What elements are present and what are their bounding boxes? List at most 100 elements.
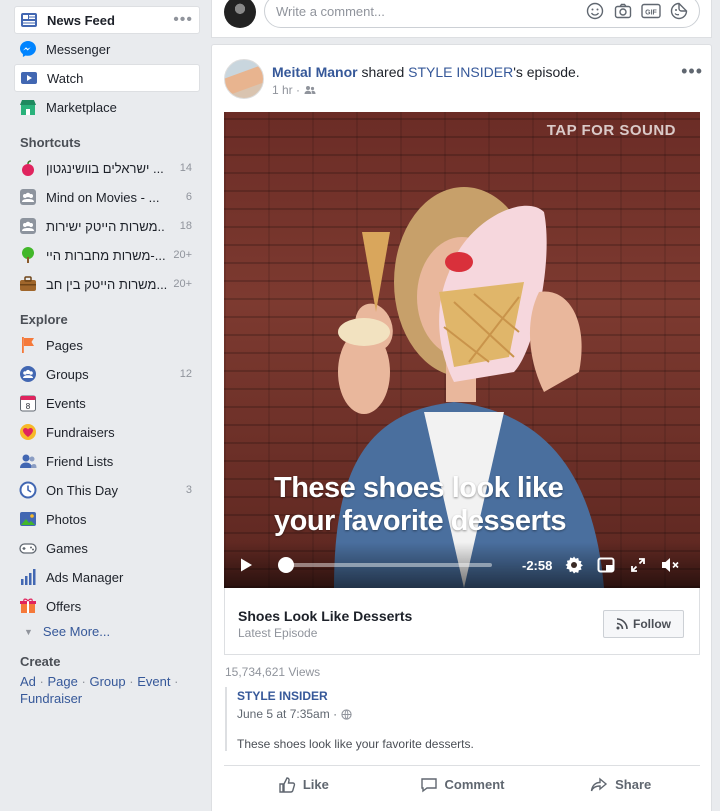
heart-icon: [18, 422, 38, 442]
shortcut-item[interactable]: משרות הייטק בין חב... 20+: [14, 270, 200, 298]
tree-icon: [18, 245, 38, 265]
fullscreen-icon[interactable]: [628, 555, 648, 575]
sidebar-item-pages[interactable]: Pages: [14, 331, 200, 359]
video-progress-bar[interactable]: [278, 557, 492, 573]
shortcut-item[interactable]: ישראלים בוושינגטון ... 14: [14, 154, 200, 182]
sidebar-item-label: Marketplace: [46, 99, 117, 115]
sidebar-item-label: משרות הייטק בין חב...: [46, 276, 168, 292]
marketplace-icon: [18, 97, 38, 117]
comment-button[interactable]: Comment: [383, 766, 542, 803]
follow-label: Follow: [633, 617, 671, 631]
chevron-down-icon: ▼: [24, 626, 33, 637]
create-link-separator: ·: [174, 674, 179, 689]
sidebar-item-games[interactable]: Games: [14, 534, 200, 562]
quote-timestamp: June 5 at 7:35am ·: [237, 707, 695, 721]
settings-gear-icon[interactable]: [564, 555, 584, 575]
create-link-separator: ·: [81, 674, 86, 689]
watch-icon: [19, 68, 39, 88]
sidebar-item-friend-lists[interactable]: Friend Lists: [14, 447, 200, 475]
gif-label: GIF: [645, 10, 657, 17]
sidebar-item-count: 6: [185, 191, 192, 203]
sidebar-item-label: Games: [46, 540, 88, 556]
flag-icon: [18, 335, 38, 355]
original-post-quote: STYLE INSIDER June 5 at 7:35am · These s…: [225, 687, 695, 751]
sidebar-item-label: News Feed: [47, 12, 115, 28]
video-controls: -2:58: [224, 542, 700, 588]
follow-button[interactable]: Follow: [603, 610, 684, 638]
sidebar-item-label: Photos: [46, 511, 87, 527]
news-feed-options-icon[interactable]: •••: [173, 11, 193, 29]
video-player[interactable]: TAP FOR SOUND These shoes look like your…: [224, 112, 700, 588]
quote-time-text[interactable]: June 5 at 7:35am ·: [237, 707, 337, 721]
gif-icon[interactable]: GIF: [641, 1, 661, 21]
shortcuts-heading: Shortcuts: [20, 135, 81, 150]
sidebar-item-photos[interactable]: Photos: [14, 505, 200, 533]
sidebar-item-ads-manager[interactable]: Ads Manager: [14, 563, 200, 591]
play-icon[interactable]: [238, 555, 258, 575]
episode-card: Shoes Look Like Desserts Latest Episode …: [224, 588, 700, 655]
create-ad-link[interactable]: Ad: [20, 674, 36, 689]
bar-chart-icon: [18, 567, 38, 587]
see-more-label: See More...: [42, 624, 111, 639]
tap-for-sound-label[interactable]: TAP FOR SOUND: [547, 122, 676, 139]
picture-in-picture-icon[interactable]: [596, 555, 616, 575]
sidebar-item-label: משרות מחברות היי-...: [46, 247, 166, 263]
group-icon: [18, 216, 38, 236]
comment-composer: Write a comment... GIF: [211, 0, 712, 38]
create-fundraiser-link[interactable]: Fundraiser: [20, 691, 82, 706]
sidebar-item-marketplace[interactable]: Marketplace: [14, 93, 200, 121]
time-remaining: -2:58: [522, 557, 553, 573]
sidebar-item-label: Pages: [46, 337, 83, 353]
author-link[interactable]: Meital Manor: [272, 64, 358, 80]
avatar[interactable]: [224, 0, 256, 28]
like-label: Like: [302, 777, 329, 792]
sidebar-item-watch[interactable]: Watch: [14, 64, 200, 92]
view-count: 15,734,621 Views: [225, 665, 321, 679]
sidebar-item-messenger[interactable]: Messenger: [14, 35, 200, 63]
post-options-icon[interactable]: •••: [681, 61, 703, 82]
sidebar-item-on-this-day[interactable]: On This Day 3: [14, 476, 200, 504]
quote-author-link[interactable]: STYLE INSIDER: [237, 689, 695, 703]
create-event-link[interactable]: Event: [137, 674, 170, 689]
avatar[interactable]: [224, 59, 264, 99]
sidebar-item-offers[interactable]: Offers: [14, 592, 200, 620]
create-link-separator: ·: [129, 674, 134, 689]
post-timestamp: 1 hr ·: [272, 83, 316, 97]
globe-icon[interactable]: [341, 708, 352, 720]
page-link[interactable]: STYLE INSIDER: [408, 64, 513, 80]
sidebar-item-fundraisers[interactable]: Fundraisers: [14, 418, 200, 446]
sidebar-item-label: Events: [46, 395, 86, 411]
gamepad-icon: [18, 538, 38, 558]
sidebar-item-label: Watch: [47, 70, 84, 86]
create-page-link[interactable]: Page: [48, 674, 78, 689]
episode-title[interactable]: Shoes Look Like Desserts: [238, 608, 412, 624]
like-button[interactable]: Like: [224, 766, 383, 803]
create-links: Ad · Page · Group · Event · Fundraiser: [20, 673, 200, 707]
friends-icon: [18, 451, 38, 471]
create-group-link[interactable]: Group: [89, 674, 125, 689]
shortcut-item[interactable]: משרות מחברות היי-... 20+: [14, 241, 200, 269]
left-sidebar: News Feed ••• Messenger Watch Marketplac…: [0, 0, 208, 811]
post-time-text[interactable]: 1 hr ·: [272, 83, 300, 97]
comment-input[interactable]: Write a comment... GIF: [264, 0, 700, 28]
emoji-icon[interactable]: [585, 1, 605, 21]
calendar-icon: 8: [18, 393, 38, 413]
friends-audience-icon[interactable]: [304, 84, 316, 96]
sticker-icon[interactable]: [669, 1, 689, 21]
shortcut-item[interactable]: Mind on Movies - ... 6: [14, 183, 200, 211]
feed-post: Meital Manor shared STYLE INSIDER's epis…: [211, 44, 712, 811]
sidebar-item-label: ישראלים בוושינגטון ...: [46, 160, 164, 176]
mute-icon[interactable]: [660, 555, 680, 575]
sidebar-item-news-feed[interactable]: News Feed •••: [14, 6, 200, 34]
post-actions: Like Comment Share: [224, 765, 700, 803]
camera-icon[interactable]: [613, 1, 633, 21]
groups-icon: [18, 364, 38, 384]
quote-text: These shoes look like your favorite dess…: [237, 737, 474, 751]
shortcut-item[interactable]: משרות הייטק ישירות.. 18: [14, 212, 200, 240]
progress-scrubber[interactable]: [278, 557, 295, 573]
sidebar-item-groups[interactable]: Groups 12: [14, 360, 200, 388]
share-button[interactable]: Share: [541, 766, 700, 803]
sidebar-item-events[interactable]: 8 Events: [14, 389, 200, 417]
see-more-link[interactable]: ▼ See More...: [24, 624, 110, 639]
create-heading: Create: [20, 654, 61, 669]
